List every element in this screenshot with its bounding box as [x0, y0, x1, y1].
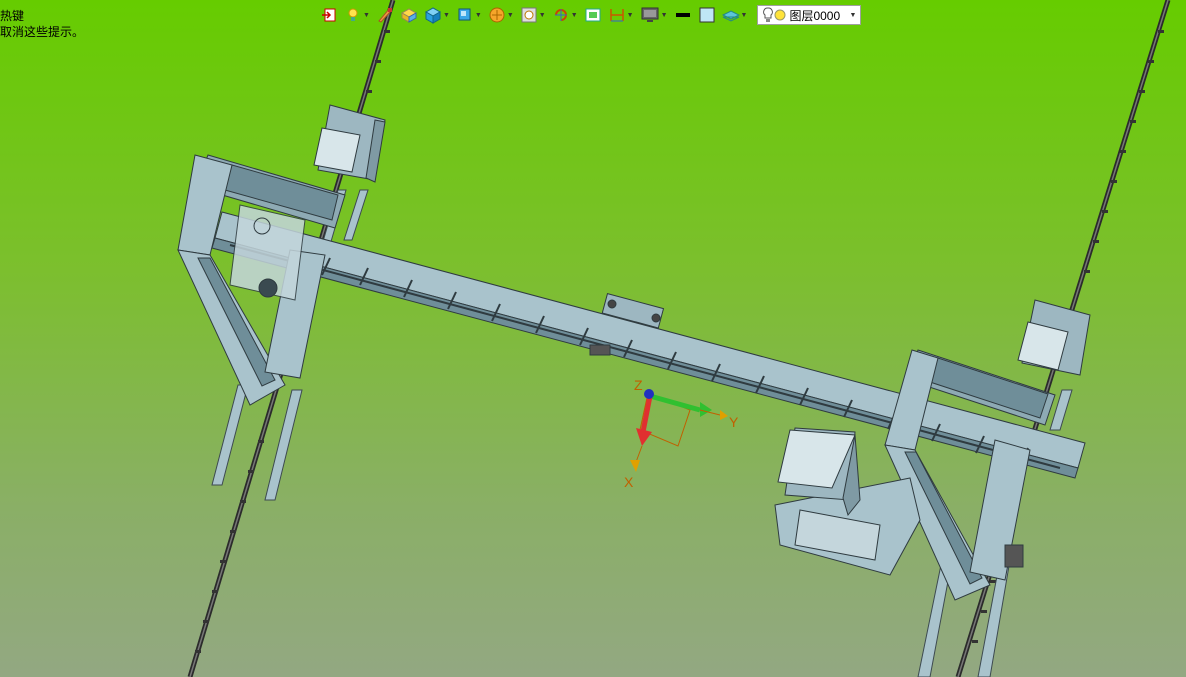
paint-button[interactable] [374, 4, 396, 26]
color-square-button[interactable] [696, 4, 718, 26]
y-axis-label: Y [729, 414, 739, 430]
light-button[interactable]: ▼ [342, 4, 372, 26]
right-end-frame [884, 349, 1056, 601]
line-style-button[interactable] [672, 4, 694, 26]
lightbulb-icon [763, 7, 774, 22]
rotate-icon [554, 9, 567, 21]
view-cube-icon [458, 8, 471, 21]
box-button[interactable] [398, 4, 420, 26]
right-motor-box [1017, 299, 1091, 376]
box-icon [400, 8, 417, 23]
y-axis-arrow [649, 393, 701, 413]
layer-stack-icon [721, 10, 740, 22]
dimension-icon [609, 9, 624, 22]
layer-status-icon [774, 9, 786, 21]
light-icon [348, 8, 358, 21]
render-button[interactable]: ▼ [486, 4, 516, 26]
import-icon [322, 8, 336, 22]
cad-model-scene[interactable]: Z Y X [0, 0, 1186, 677]
x-axis-arrow [640, 395, 653, 433]
zoom-button[interactable]: ▼ [518, 4, 548, 26]
cube-icon [424, 7, 441, 24]
zoom-icon [521, 7, 537, 23]
dimension-button[interactable]: ▼ [606, 4, 636, 26]
view-toolbar: ▼ ▼ ▼ ▼ ▼ ▼ ▼ ▼ ▼ 图层0000 ▼ [318, 3, 862, 27]
view-cube-button[interactable]: ▼ [454, 4, 484, 26]
color-square-icon [699, 7, 714, 23]
dismiss-hint: 取消这些提示。 [0, 25, 85, 39]
hotkey-hint: 热键 [0, 9, 25, 23]
paint-icon [378, 8, 392, 23]
render-icon [489, 7, 505, 23]
layer-name: 图层0000 [789, 8, 841, 23]
chevron-down-icon[interactable]: ▼ [850, 12, 857, 19]
z-axis-label: Z [634, 377, 643, 393]
import-button[interactable] [318, 4, 340, 26]
axis-triad: Z Y X [624, 377, 739, 490]
x-axis-label: X [624, 474, 634, 490]
monitor-button[interactable]: ▼ [638, 4, 670, 26]
rotate-button[interactable]: ▼ [550, 4, 580, 26]
screen-icon [585, 8, 601, 22]
left-end-frame [177, 154, 346, 406]
layer-stack-button[interactable]: ▼ [720, 4, 750, 26]
z-axis-marker [644, 389, 654, 399]
3d-viewport[interactable]: Z Y X 热键 取消这些提示。 ▼ ▼ ▼ ▼ ▼ ▼ ▼ ▼ ▼ 图层000… [0, 0, 1186, 677]
line-icon [675, 13, 690, 17]
left-motor-box [313, 104, 386, 183]
layer-dropdown[interactable]: 图层0000 ▼ [757, 5, 862, 25]
monitor-icon [641, 7, 659, 22]
cube-button[interactable]: ▼ [422, 4, 452, 26]
screen-button[interactable] [582, 4, 604, 26]
main-beam [211, 211, 1086, 479]
